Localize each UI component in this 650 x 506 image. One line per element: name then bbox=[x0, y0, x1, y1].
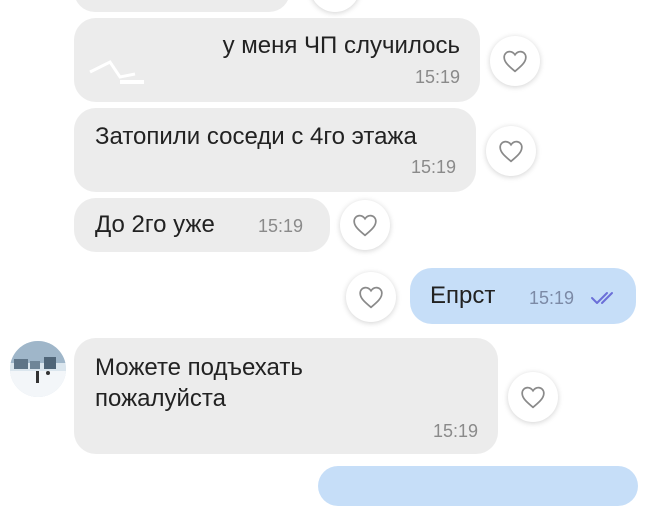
message-bubble[interactable]: у меня ЧП случилось 15:19 bbox=[74, 18, 480, 102]
like-button[interactable] bbox=[340, 200, 390, 250]
like-button[interactable] bbox=[490, 36, 540, 86]
double-check-icon bbox=[591, 292, 613, 304]
avatar-image bbox=[10, 341, 66, 397]
message-time: 15:19 bbox=[529, 288, 575, 308]
sticker-remnant bbox=[89, 60, 144, 84]
message-time: 15:19 bbox=[414, 67, 460, 87]
message-bubble-outgoing[interactable]: Епрст 15:19 bbox=[410, 268, 636, 324]
message-bubble[interactable]: Затопили соседи с 4го этажа 15:19 bbox=[74, 108, 476, 192]
message-text: Епрст bbox=[430, 282, 496, 309]
like-button[interactable] bbox=[508, 372, 558, 422]
message-bubble-partial[interactable] bbox=[74, 0, 290, 12]
avatar[interactable] bbox=[10, 341, 66, 397]
message-time: 15:19 bbox=[432, 421, 478, 441]
heart-outline-icon bbox=[503, 50, 527, 73]
heart-outline-icon bbox=[359, 286, 383, 309]
message-bubble[interactable]: Можете подъехать пожалуйста 15:19 bbox=[74, 338, 498, 454]
message-text: До 2го уже bbox=[95, 211, 215, 238]
heart-outline-icon bbox=[521, 386, 545, 409]
heart-outline-icon bbox=[499, 140, 523, 163]
message-bubble[interactable]: До 2го уже 15:19 bbox=[74, 198, 330, 252]
like-button-partial[interactable] bbox=[310, 0, 360, 12]
message-text-line1: Можете подъехать bbox=[95, 354, 303, 381]
message-text: у меня ЧП случилось bbox=[222, 32, 460, 59]
message-text: Затопили соседи с 4го этажа bbox=[95, 123, 417, 150]
message-time: 15:19 bbox=[410, 157, 456, 177]
message-time: 15:19 bbox=[258, 216, 304, 236]
message-text-line2: пожалуйста bbox=[95, 385, 226, 412]
message-bubble-outgoing-partial[interactable] bbox=[318, 466, 638, 506]
heart-outline-icon bbox=[353, 214, 377, 237]
like-button[interactable] bbox=[486, 126, 536, 176]
like-button[interactable] bbox=[346, 272, 396, 322]
